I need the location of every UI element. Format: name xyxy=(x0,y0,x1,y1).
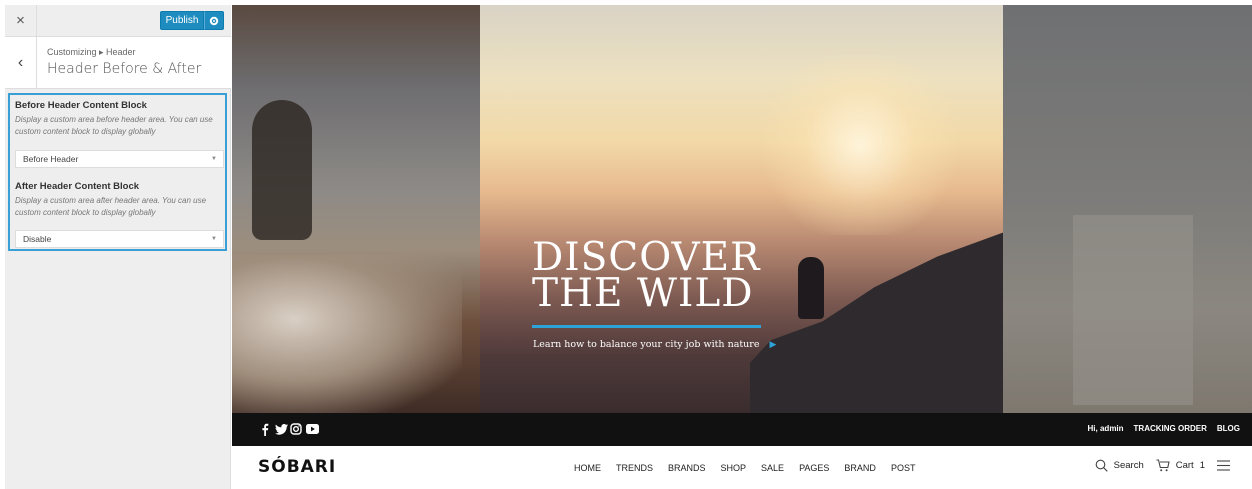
after-header-description: Display a custom area after header area.… xyxy=(15,196,207,217)
site-logo[interactable]: SÓBARI xyxy=(258,457,336,477)
search-icon xyxy=(1095,459,1108,472)
hero-divider xyxy=(532,325,761,328)
after-header-select[interactable]: Disable ▼ xyxy=(15,230,224,248)
chevron-down-icon: ▼ xyxy=(211,236,217,242)
hero-slide-main-image xyxy=(480,5,1010,413)
hero-slider: DISCOVER THE WILD Learn how to balance y… xyxy=(232,5,1252,413)
menu-item-trends[interactable]: TRENDS xyxy=(616,463,653,473)
back-button[interactable]: ‹ xyxy=(5,37,37,89)
customizer-sidebar: × Publish ‹ Customizing ▸ Header Header … xyxy=(5,5,231,489)
gear-icon xyxy=(209,16,219,25)
before-header-select-value: Before Header xyxy=(23,154,79,164)
menu-item-shop[interactable]: SHOP xyxy=(721,463,747,473)
menu-item-brand[interactable]: BRAND xyxy=(844,463,876,473)
header-actions: Search Cart 1 xyxy=(1095,459,1230,472)
before-header-select[interactable]: Before Header ▼ xyxy=(15,150,224,168)
main-navigation: SÓBARI HOME TRENDS BRANDS SHOP SALE PAGE… xyxy=(232,446,1252,489)
hero-cta-link[interactable]: Learn how to balance your city job with … xyxy=(533,339,776,350)
menu-item-pages[interactable]: PAGES xyxy=(799,463,829,473)
tracking-order-link[interactable]: TRACKING ORDER xyxy=(1134,424,1207,433)
hero-slide-left-image xyxy=(232,5,480,413)
close-icon: × xyxy=(16,12,25,29)
after-header-select-value: Disable xyxy=(23,234,52,244)
publish-settings-button[interactable] xyxy=(204,11,224,30)
section-title: Header Before & After xyxy=(47,61,202,77)
after-header-title: After Header Content Block xyxy=(15,181,140,192)
section-header: ‹ Customizing ▸ Header Header Before & A… xyxy=(5,37,231,89)
blog-link[interactable]: BLOG xyxy=(1217,424,1240,433)
facebook-icon[interactable] xyxy=(258,422,272,436)
youtube-icon[interactable] xyxy=(305,422,319,436)
menu-item-post[interactable]: POST xyxy=(891,463,916,473)
twitter-icon[interactable] xyxy=(274,422,288,436)
menu-item-sale[interactable]: SALE xyxy=(761,463,784,473)
cart-button[interactable]: Cart 1 xyxy=(1156,459,1205,472)
close-customizer-button[interactable]: × xyxy=(5,5,37,36)
hamburger-menu-icon xyxy=(1217,460,1230,471)
account-link[interactable]: Hi, admin xyxy=(1088,424,1124,433)
hero-subtitle: Learn how to balance your city job with … xyxy=(533,339,760,350)
play-arrow-icon: ▶ xyxy=(769,339,777,350)
cart-label: Cart xyxy=(1175,460,1194,471)
chevron-down-icon: ▼ xyxy=(211,156,217,162)
menu-item-brands[interactable]: BRANDS xyxy=(668,463,706,473)
site-preview: DISCOVER THE WILD Learn how to balance y… xyxy=(232,5,1252,489)
before-header-title: Before Header Content Block xyxy=(15,100,147,111)
search-button[interactable]: Search xyxy=(1095,459,1144,472)
controls-panel: Before Header Content Block Display a cu… xyxy=(8,93,227,251)
publish-button[interactable]: Publish xyxy=(160,11,204,30)
instagram-icon[interactable] xyxy=(289,422,303,436)
menu-item-home[interactable]: HOME xyxy=(574,463,601,473)
cart-count: 1 xyxy=(1199,460,1205,471)
search-label: Search xyxy=(1113,460,1144,471)
hero-title-line2: THE WILD xyxy=(532,271,754,316)
menu-toggle-button[interactable] xyxy=(1217,460,1230,471)
hero-title: DISCOVER THE WILD xyxy=(532,238,792,316)
cart-icon xyxy=(1156,459,1170,472)
hero-slide-right-image xyxy=(1003,5,1252,413)
top-bar-links: Hi, admin TRACKING ORDER BLOG xyxy=(1088,424,1240,433)
primary-menu: HOME TRENDS BRANDS SHOP SALE PAGES BRAND… xyxy=(574,463,915,473)
top-bar: Hi, admin TRACKING ORDER BLOG xyxy=(232,413,1252,446)
customizer-topbar: × Publish xyxy=(5,5,231,37)
breadcrumb: Customizing ▸ Header xyxy=(47,47,136,57)
before-header-description: Display a custom area before header area… xyxy=(15,115,213,136)
chevron-left-icon: ‹ xyxy=(17,54,24,71)
